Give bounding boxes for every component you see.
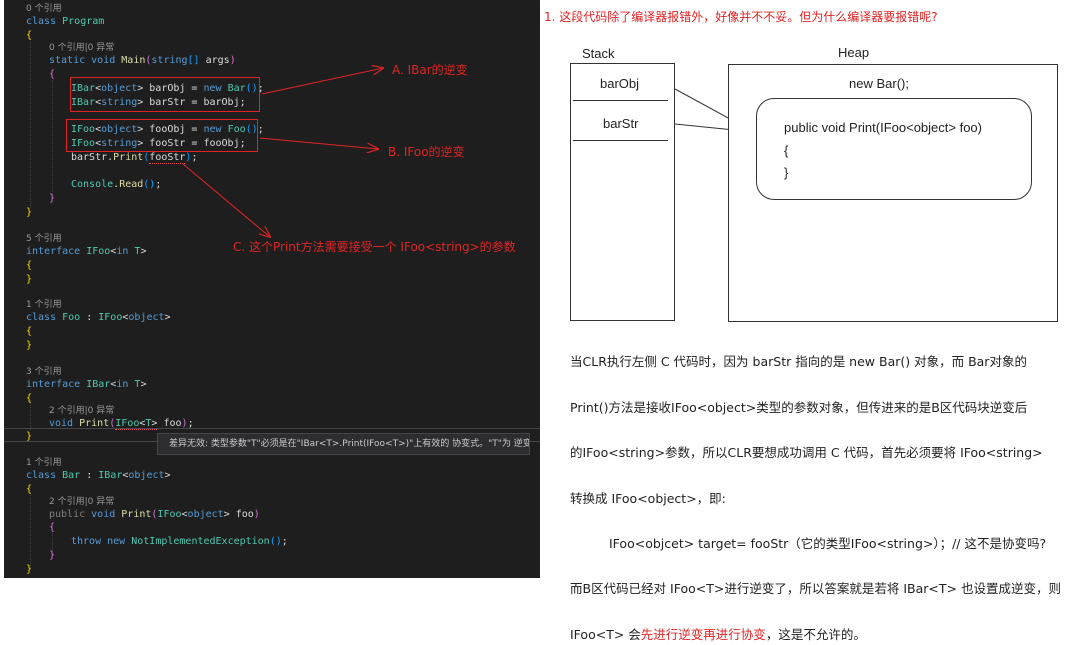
method-signature: public void Print(IFoo<object> foo) bbox=[784, 120, 982, 135]
explanation-line: Print()方法是接收IFoo<object>类型的参数对象，但传进来的是B区… bbox=[570, 400, 1028, 415]
indent-guide bbox=[52, 80, 53, 198]
stack-item-barstr: barStr bbox=[603, 116, 639, 131]
error-tooltip: 差异无效: 类型参数"T"必须是在"IBar<T>.Print(IFoo<T>)… bbox=[157, 433, 530, 455]
code-line-interface-ifoo: interface IFoo<in T> bbox=[26, 246, 147, 257]
explanation-line-last: IFoo<T> 会先进行逆变再进行协变，这是不允许的。 bbox=[570, 624, 866, 643]
explanation-line: 当CLR执行左侧 C 代码时，因为 barStr 指向的是 new Bar() … bbox=[570, 354, 1027, 369]
code-line-brace: { bbox=[49, 69, 56, 80]
stack-label: Stack bbox=[582, 46, 615, 61]
annotation-c: C. 这个Print方法需要接受一个 IFoo<string>的参数 bbox=[233, 240, 516, 254]
annotation-b: B. IFoo的逆变 bbox=[388, 145, 465, 159]
code-line-print-call: barStr.Print(fooStr); bbox=[71, 152, 198, 164]
indent-guide bbox=[30, 492, 31, 568]
code-line-brace: { bbox=[26, 30, 33, 41]
code-line-brace: { bbox=[26, 260, 33, 271]
explanation-line: 的IFoo<string>参数，所以CLR要想成功调用 C 代码，首先必须要将 … bbox=[570, 445, 1043, 460]
code-line-brace: { bbox=[49, 522, 56, 533]
code-line-class-program: class Program bbox=[26, 16, 105, 27]
explanation-line: 转换成 IFoo<object>，即: bbox=[570, 491, 726, 506]
code-line-brace: { bbox=[26, 484, 33, 495]
code-line-brace: } bbox=[26, 340, 33, 351]
code-line-brace: } bbox=[49, 550, 56, 561]
method-close-brace: } bbox=[784, 165, 789, 180]
code-line-console-read: Console.Read(); bbox=[71, 179, 162, 190]
code-line-brace: } bbox=[26, 207, 33, 218]
explanation-highlight: 先进行逆变再进行协变 bbox=[640, 627, 766, 642]
explanation-line: IFoo<objcet> target= fooStr（它的类型IFoo<str… bbox=[609, 536, 1047, 551]
code-line-throw: throw new NotImplementedException(); bbox=[71, 536, 288, 547]
code-line-brace: { bbox=[26, 326, 33, 337]
code-line-interface-ibar: interface IBar<in T> bbox=[26, 379, 147, 390]
code-line-ibar-print: void Print(IFoo<T> foo); bbox=[49, 418, 194, 430]
method-open-brace: { bbox=[784, 143, 789, 158]
stack-divider bbox=[573, 100, 668, 101]
indent-guide bbox=[30, 38, 31, 208]
code-line-brace: } bbox=[26, 431, 33, 442]
code-line-bar-print: public void Print(IFoo<object> foo) bbox=[49, 509, 260, 520]
heap-object-title: new Bar(); bbox=[849, 76, 909, 91]
highlight-box-b bbox=[66, 119, 258, 152]
code-line-brace: } bbox=[26, 274, 33, 285]
code-line-main-signature: static void Main(string[] args) bbox=[49, 55, 236, 66]
heap-label: Heap bbox=[838, 45, 870, 60]
explanation-text: IFoo<T> 会 bbox=[570, 627, 641, 642]
code-line-class-foo: class Foo : IFoo<object> bbox=[26, 312, 171, 323]
method-box bbox=[756, 98, 1032, 200]
stack-item-barobj: barObj bbox=[600, 76, 640, 91]
code-line-brace: } bbox=[49, 193, 56, 204]
code-line-class-bar: class Bar : IBar<object> bbox=[26, 470, 171, 481]
explanation-line: 而B区代码已经对 IFoo<T>进行逆变了，所以答案就是若将 IBar<T> 也… bbox=[570, 581, 1061, 596]
code-line-brace: } bbox=[26, 564, 33, 575]
stack-box bbox=[570, 63, 675, 321]
question-heading: 1. 这段代码除了编译器报错外，好像并不不妥。但为什么编译器要报错呢? bbox=[544, 10, 938, 24]
highlight-box-a bbox=[70, 77, 260, 112]
annotation-a: A. IBar的逆变 bbox=[392, 63, 468, 77]
explanation-text: ，这是不允许的。 bbox=[765, 627, 866, 642]
code-editor[interactable]: 0 个引用 class Program { 0 个引用|0 异常 static … bbox=[4, 0, 540, 578]
code-line-brace: { bbox=[26, 393, 33, 404]
stack-divider bbox=[573, 140, 668, 141]
